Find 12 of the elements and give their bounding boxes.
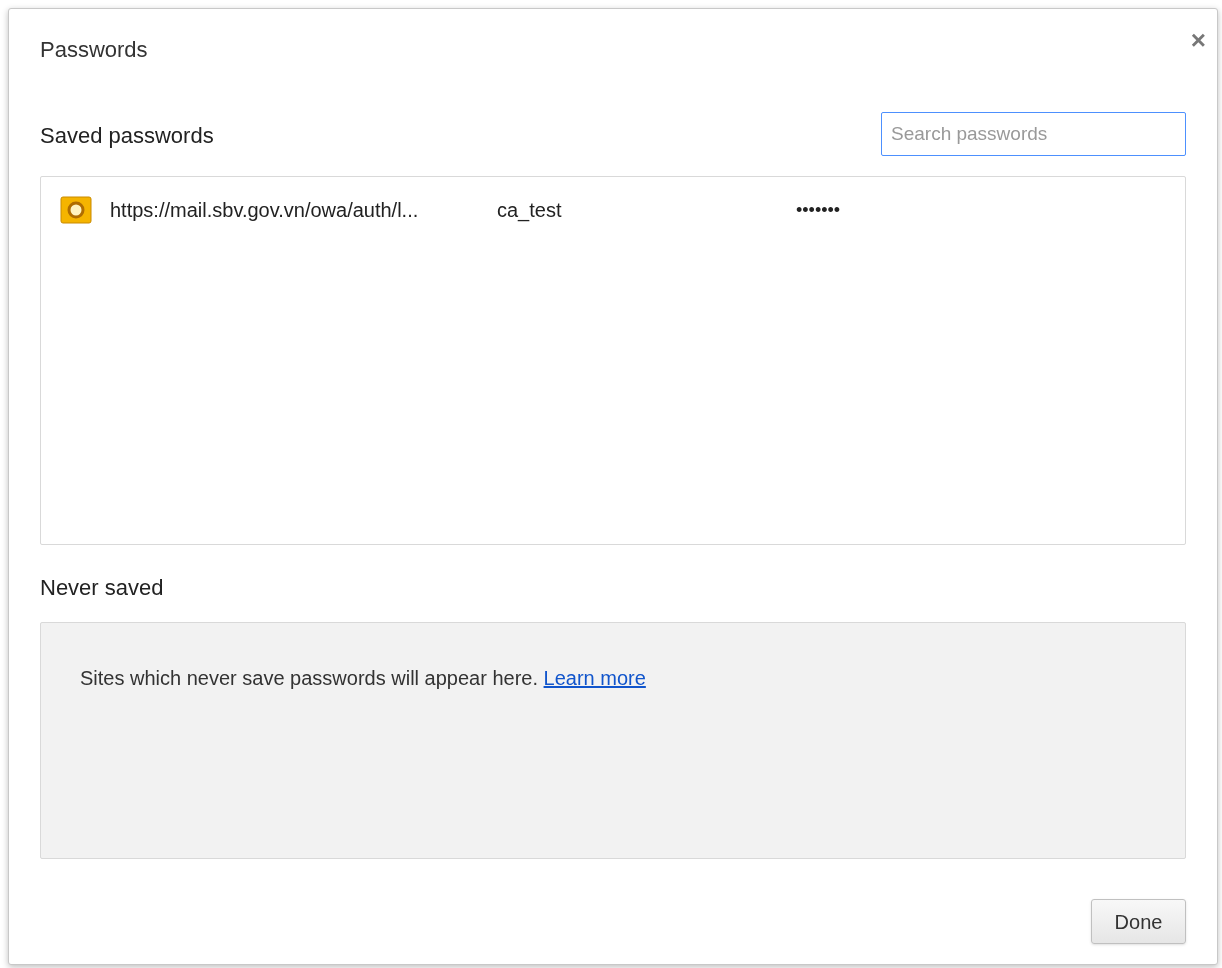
username: ca_test (497, 198, 563, 224)
search-field[interactable]: Search passwords (881, 112, 1186, 156)
section-heading: Never saved (40, 574, 165, 602)
learn-more-link[interactable]: Learn more (543, 667, 646, 689)
empty-message: Sites which never save passwords will appear here. Learn more (80, 666, 647, 691)
site-url: https://mail.sbv.gov.vn/owa/auth/l... (110, 198, 420, 223)
close-button[interactable]: × (1190, 27, 1206, 53)
masked-password: ••••••• (796, 198, 841, 222)
dialog-title: Passwords (40, 36, 148, 64)
section-heading: Saved passwords (40, 122, 214, 150)
done-button[interactable]: Done (1091, 899, 1186, 944)
site-favicon-icon (60, 196, 92, 224)
